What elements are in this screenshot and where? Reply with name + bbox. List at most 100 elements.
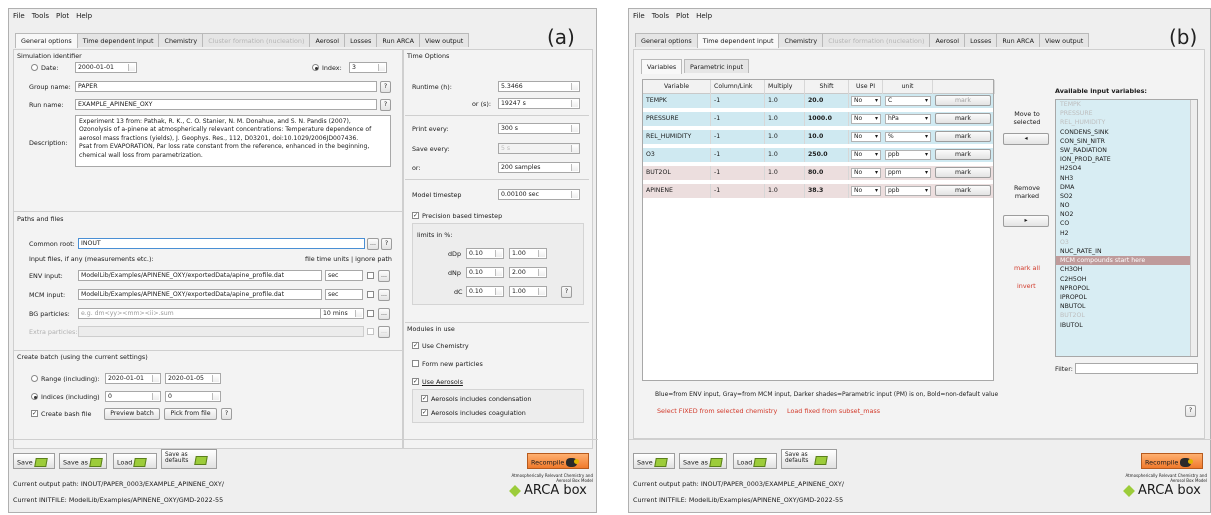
mark-all-link[interactable]: mark all — [1014, 264, 1040, 272]
list-scrollbar[interactable] — [1190, 100, 1197, 356]
env-ignore-path-checkbox[interactable] — [367, 272, 374, 279]
table-row[interactable]: APINENE-11.038.3Noppbmark — [643, 184, 993, 198]
list-item[interactable]: H2 — [1056, 229, 1197, 238]
menu-file[interactable]: File — [633, 12, 645, 22]
cell-shift[interactable]: 250.0 — [805, 148, 849, 162]
tab-time-dependent-input[interactable]: Time dependent input — [76, 33, 160, 47]
runtime-seconds-spinbox[interactable]: 19247 s — [498, 98, 580, 109]
unit-select[interactable]: C — [885, 96, 931, 106]
list-item[interactable]: NUC_RATE_IN — [1056, 247, 1197, 256]
tab-view-output[interactable]: View output — [418, 33, 470, 47]
cell-var[interactable]: O3 — [643, 148, 711, 162]
list-item[interactable]: SO2 — [1056, 192, 1197, 201]
date-radio[interactable] — [31, 64, 38, 71]
list-item[interactable]: IBUTOL — [1056, 321, 1197, 330]
move-left-button[interactable]: ◂ — [1003, 133, 1049, 145]
cell-mult[interactable]: 1.0 — [765, 130, 805, 144]
tab-general-options[interactable]: General options — [15, 33, 78, 48]
table-row[interactable]: TEMPK-11.020.0No Cmark — [643, 94, 993, 108]
menu-file[interactable]: File — [13, 12, 25, 22]
list-item[interactable]: NO2 — [1056, 210, 1197, 219]
limit-dnp-min[interactable]: 0.10 — [466, 267, 504, 278]
form-new-particles-checkbox[interactable] — [412, 360, 419, 367]
menu-tools[interactable]: Tools — [32, 12, 49, 22]
menu-help[interactable]: Help — [696, 12, 712, 22]
save-as-button[interactable]: Save as — [59, 453, 107, 469]
select-fixed-link[interactable]: Select FIXED from selected chemistry — [657, 407, 777, 415]
limit-ddp-max[interactable]: 1.00 — [509, 248, 547, 259]
tab-chemistry[interactable]: Chemistry — [778, 33, 824, 47]
indices-to-spinbox[interactable]: 0 — [165, 391, 221, 402]
indices-radio[interactable] — [31, 393, 38, 400]
create-bash-checkbox[interactable]: ✓ — [31, 410, 38, 417]
load-fixed-link[interactable]: Load fixed from subset_mass — [787, 407, 880, 415]
unit-select[interactable]: % — [885, 132, 931, 142]
mcm-unit-select[interactable]: sec — [325, 289, 363, 300]
print-every-spinbox[interactable]: 300 s — [498, 123, 580, 134]
move-right-button[interactable]: ▸ — [1003, 215, 1049, 227]
list-item[interactable]: PRESSURE — [1056, 109, 1197, 118]
run-help-button[interactable]: ? — [380, 99, 391, 111]
precision-timestep-checkbox[interactable]: ✓ — [412, 212, 419, 219]
cell-var[interactable]: APINENE — [643, 184, 711, 198]
list-item[interactable]: CH3OH — [1056, 265, 1197, 274]
group-name-input[interactable]: PAPER — [75, 81, 377, 92]
common-root-input[interactable]: INOUT — [78, 238, 365, 249]
menu-plot[interactable]: Plot — [676, 12, 689, 22]
list-item[interactable]: NBUTOL — [1056, 302, 1197, 311]
tab-aerosol[interactable]: Aerosol — [929, 33, 966, 47]
use-aerosols-checkbox[interactable]: ✓ — [412, 378, 419, 385]
save-defaults-button[interactable]: Save as defaults — [161, 449, 217, 469]
save-defaults-button[interactable]: Save as defaults — [781, 449, 837, 469]
env-unit-select[interactable]: sec — [325, 270, 363, 281]
cell-mult[interactable]: 1.0 — [765, 112, 805, 126]
limit-dc-max[interactable]: 1.00 — [509, 286, 547, 297]
tab-run-arca[interactable]: Run ARCA — [996, 33, 1040, 47]
list-item[interactable]: TEMPK — [1056, 100, 1197, 109]
list-item[interactable]: MCM compounds start here — [1056, 256, 1197, 266]
menu-tools[interactable]: Tools — [652, 12, 669, 22]
limit-dc-min[interactable]: 0.10 — [466, 286, 504, 297]
mark-button[interactable]: mark — [935, 95, 991, 106]
list-item[interactable]: O3 — [1056, 238, 1197, 247]
cell-shift[interactable]: 10.0 — [805, 130, 849, 144]
range-to-spinbox[interactable]: 2020-01-05 — [165, 373, 221, 384]
samples-spinbox[interactable]: 200 samples — [498, 162, 580, 173]
list-item[interactable]: NO — [1056, 201, 1197, 210]
list-item[interactable]: ION_PROD_RATE — [1056, 155, 1197, 164]
table-row[interactable]: PRESSURE-11.01000.0NohPamark — [643, 112, 993, 126]
mark-button[interactable]: mark — [935, 131, 991, 142]
available-vars-list[interactable]: TEMPK PRESSURE REL_HUMIDITY CONDENS_SINK CON… — [1055, 99, 1198, 357]
table-row[interactable]: REL_HUMIDITY-11.010.0No% mark — [643, 130, 993, 144]
tab-losses[interactable]: Losses — [344, 33, 378, 47]
subtab-variables[interactable]: Variables — [641, 59, 683, 74]
cell-shift[interactable]: 38.3 — [805, 184, 849, 198]
range-from-spinbox[interactable]: 2020-01-01 — [105, 373, 161, 384]
unit-select[interactable]: ppb — [885, 150, 931, 160]
group-help-button[interactable]: ? — [380, 81, 391, 93]
list-item[interactable]: C2H5OH — [1056, 275, 1197, 284]
cell-var[interactable]: PRESSURE — [643, 112, 711, 126]
cell-shift[interactable]: 80.0 — [805, 166, 849, 180]
list-item[interactable]: CO — [1056, 219, 1197, 228]
filter-input[interactable] — [1075, 363, 1198, 374]
mcm-ignore-path-checkbox[interactable] — [367, 291, 374, 298]
description-textarea[interactable]: Experiment 13 from: Pathak, R. K., C. O.… — [75, 115, 391, 167]
preview-batch-button[interactable]: Preview batch — [104, 408, 160, 420]
table-row[interactable]: BUT2OL-11.080.0Noppmmark — [643, 166, 993, 180]
unit-select[interactable]: ppb — [885, 186, 931, 196]
pick-from-file-button[interactable]: Pick from file — [164, 408, 217, 420]
cell-col[interactable]: -1 — [711, 130, 765, 144]
list-item[interactable]: BUT2OL — [1056, 311, 1197, 320]
save-as-button[interactable]: Save as — [679, 453, 727, 469]
cell-var[interactable]: TEMPK — [643, 94, 711, 108]
env-browse-button[interactable]: ... — [378, 270, 390, 282]
recompile-button[interactable]: Recompile — [1141, 453, 1203, 469]
list-item[interactable]: H2SO4 — [1056, 164, 1197, 173]
bg-particles-input[interactable]: e.g. dm<yy><mm><ii>.sum — [78, 308, 322, 319]
mark-button[interactable]: mark — [935, 167, 991, 178]
use-pi-select[interactable]: No — [851, 132, 881, 142]
use-chemistry-checkbox[interactable]: ✓ — [412, 342, 419, 349]
runtime-spinbox[interactable]: 5.3466 — [498, 81, 580, 92]
list-item[interactable]: SW_RADIATION — [1056, 146, 1197, 155]
